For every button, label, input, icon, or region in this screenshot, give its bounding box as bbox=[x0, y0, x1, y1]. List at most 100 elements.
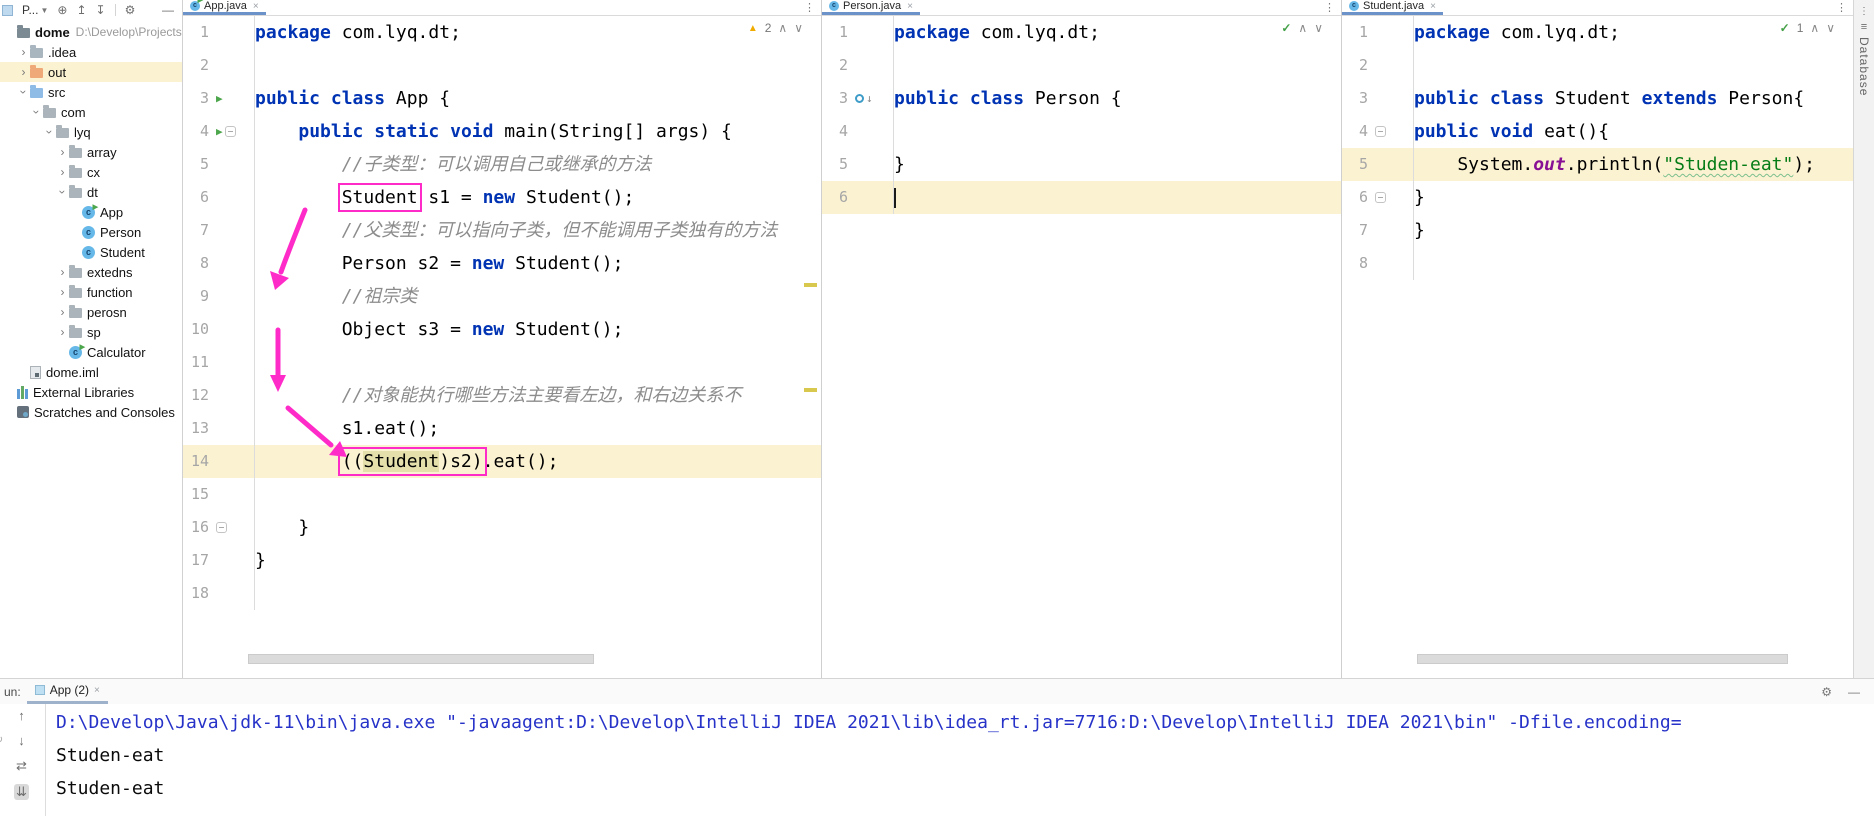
tree-row-dome[interactable]: dome D:\Develop\Projects bbox=[0, 22, 182, 42]
scroll-up-icon[interactable]: ↑ bbox=[18, 708, 25, 723]
horizontal-scrollbar[interactable] bbox=[1417, 654, 1788, 664]
code-line-9[interactable]: 9 //祖宗类 bbox=[183, 280, 821, 313]
collapse-all-icon[interactable]: ↧ bbox=[96, 3, 106, 17]
code-line-6[interactable]: 6} bbox=[1342, 181, 1853, 214]
tree-row-calculator[interactable]: cCalculator bbox=[0, 341, 182, 362]
chevron-open-icon[interactable]: › bbox=[17, 86, 31, 99]
prev-problem-icon[interactable]: ∧ bbox=[778, 21, 787, 35]
tree-row-scratches-and-consoles[interactable]: Scratches and Consoles bbox=[0, 402, 182, 422]
code-line-7[interactable]: 7 //父类型：可以指向子类，但不能调用子类独有的方法 bbox=[183, 214, 821, 247]
chevron-closed-icon[interactable]: › bbox=[56, 165, 69, 179]
code-line-5[interactable]: 5 System.out.println("Studen-eat"); bbox=[1342, 148, 1853, 181]
code-line-18[interactable]: 18 bbox=[183, 577, 821, 610]
fold-marker-icon[interactable] bbox=[224, 126, 236, 137]
code-line-2[interactable]: 2 bbox=[822, 49, 1341, 82]
run-gutter-icon[interactable]: ▶ bbox=[216, 93, 223, 104]
editor-content-app[interactable]: 1 package com.lyq.dt; 2 3 ▶ public class App … bbox=[183, 16, 821, 610]
code-line-13[interactable]: 13 s1.eat(); bbox=[183, 412, 821, 445]
overridden-gutter-icon[interactable] bbox=[855, 94, 864, 103]
code-line-14[interactable]: 14 ((Student)s2).eat(); bbox=[183, 445, 821, 478]
tree-row-student[interactable]: c Student bbox=[0, 242, 182, 262]
project-view-selector[interactable]: P... ▼ bbox=[22, 3, 48, 17]
next-problem-icon[interactable]: ∨ bbox=[794, 21, 803, 35]
chevron-closed-icon[interactable]: › bbox=[56, 145, 69, 159]
chevron-closed-icon[interactable]: › bbox=[56, 285, 69, 299]
tree-row-sp[interactable]: › sp bbox=[0, 322, 182, 342]
code-line-8[interactable]: 8 bbox=[1342, 247, 1853, 280]
tree-row-out[interactable]: › out bbox=[0, 62, 182, 82]
tree-row-function[interactable]: › function bbox=[0, 282, 182, 302]
code-line-6[interactable]: 6 bbox=[822, 181, 1341, 214]
locate-icon[interactable]: ⊕ bbox=[57, 3, 67, 17]
chevron-closed-icon[interactable]: › bbox=[56, 265, 69, 279]
code-line-10[interactable]: 10 Object s3 = new Student(); bbox=[183, 313, 821, 346]
close-icon[interactable]: × bbox=[253, 1, 259, 12]
next-problem-icon[interactable]: ∨ bbox=[1826, 21, 1835, 35]
code-line-3[interactable]: 3 ↓ public class Person { bbox=[822, 82, 1341, 115]
tree-row-app[interactable]: cApp bbox=[0, 201, 182, 222]
fold-marker-icon[interactable] bbox=[1375, 126, 1386, 137]
code-line-5[interactable]: 5} bbox=[822, 148, 1341, 181]
database-tool-button[interactable]: Database bbox=[1857, 37, 1871, 96]
fold-marker-icon[interactable] bbox=[216, 522, 227, 533]
tree-row-src[interactable]: › src bbox=[0, 82, 182, 102]
tab-person-java[interactable]: c Person.java × bbox=[822, 0, 920, 15]
inspections-widget[interactable]: ✓ 1 ∧ ∨ bbox=[1780, 21, 1835, 35]
chevron-closed-icon[interactable]: › bbox=[17, 65, 30, 79]
scroll-to-end-icon[interactable]: ⇊ bbox=[14, 784, 29, 800]
tree-row--idea[interactable]: › .idea bbox=[0, 42, 182, 62]
code-line-11[interactable]: 11 bbox=[183, 346, 821, 379]
tree-row-com[interactable]: › com bbox=[0, 102, 182, 122]
console-output[interactable]: D:\Develop\Java\jdk-11\bin\java.exe "-ja… bbox=[56, 704, 1874, 805]
tree-row-dt[interactable]: › dt bbox=[0, 182, 182, 202]
editor-content-person[interactable]: 1 package com.lyq.dt; 2 3 ↓ public class Pers… bbox=[822, 16, 1341, 214]
tree-row-extedns[interactable]: › extedns bbox=[0, 262, 182, 282]
next-problem-icon[interactable]: ∨ bbox=[1314, 21, 1323, 35]
gear-icon[interactable]: ⚙ bbox=[1821, 685, 1832, 699]
chevron-open-icon[interactable]: › bbox=[56, 186, 70, 199]
soft-wrap-icon[interactable]: ⇄ bbox=[16, 758, 27, 774]
kebab-menu-icon[interactable]: ⋮ bbox=[1318, 0, 1341, 15]
code-line-8[interactable]: 8 Person s2 = new Student(); bbox=[183, 247, 821, 280]
tree-row-dome-iml[interactable]: dome.iml bbox=[0, 362, 182, 382]
close-icon[interactable]: × bbox=[1430, 1, 1436, 12]
code-line-12[interactable]: 12 //对象能执行哪些方法主要看左边，和右边关系不 bbox=[183, 379, 821, 412]
tree-row-external-libraries[interactable]: External Libraries bbox=[0, 382, 182, 402]
code-line-5[interactable]: 5 //子类型：可以调用自己或继承的方法 bbox=[183, 148, 821, 181]
code-line-1[interactable]: 1 package com.lyq.dt; bbox=[1342, 16, 1853, 49]
tree-row-perosn[interactable]: › perosn bbox=[0, 302, 182, 322]
warning-stripe-tick[interactable] bbox=[804, 388, 817, 392]
expand-all-icon[interactable]: ↥ bbox=[76, 3, 86, 17]
tree-row-cx[interactable]: › cx bbox=[0, 162, 182, 182]
chevron-open-icon[interactable]: › bbox=[43, 126, 57, 139]
code-line-3[interactable]: 3 ▶ public class App { bbox=[183, 82, 821, 115]
console-tab-app2[interactable]: App (2) × bbox=[26, 679, 108, 704]
horizontal-scrollbar[interactable] bbox=[248, 654, 594, 664]
code-line-1[interactable]: 1 package com.lyq.dt; bbox=[183, 16, 821, 49]
tree-row-array[interactable]: › array bbox=[0, 142, 182, 162]
inspections-widget[interactable]: ✓ ∧ ∨ bbox=[1281, 21, 1323, 35]
code-line-7[interactable]: 7} bbox=[1342, 214, 1853, 247]
code-line-4[interactable]: 4 bbox=[822, 115, 1341, 148]
fold-marker-icon[interactable] bbox=[1375, 192, 1386, 203]
code-line-3[interactable]: 3 public class Student extends Person{ bbox=[1342, 82, 1853, 115]
code-line-4[interactable]: 4 public void eat(){ bbox=[1342, 115, 1853, 148]
kebab-menu-icon[interactable]: ⋮ bbox=[798, 0, 821, 15]
scroll-down-icon[interactable]: ↓ bbox=[18, 733, 25, 748]
chevron-closed-icon[interactable]: › bbox=[17, 45, 30, 59]
hide-panel-icon[interactable]: — bbox=[1848, 685, 1860, 699]
tree-row-lyq[interactable]: › lyq bbox=[0, 122, 182, 142]
code-line-16[interactable]: 16 } bbox=[183, 511, 821, 544]
tree-row-person[interactable]: c Person bbox=[0, 222, 182, 242]
run-gutter-icon[interactable]: ▶ bbox=[216, 126, 223, 137]
tab-app-java[interactable]: c App.java × bbox=[183, 0, 266, 15]
editor-content-student[interactable]: 1 package com.lyq.dt; 2 3 public class Stude… bbox=[1342, 16, 1853, 280]
gear-icon[interactable]: ⚙ bbox=[125, 3, 136, 17]
close-icon[interactable]: × bbox=[907, 1, 913, 12]
kebab-menu-icon[interactable]: ⋮ bbox=[1859, 6, 1869, 17]
code-line-15[interactable]: 15 bbox=[183, 478, 821, 511]
code-line-17[interactable]: 17} bbox=[183, 544, 821, 577]
inspections-widget[interactable]: ▲ 2 ∧ ∨ bbox=[748, 21, 803, 35]
code-line-4[interactable]: 4 ▶ public static void main(String[] args… bbox=[183, 115, 821, 148]
code-line-1[interactable]: 1 package com.lyq.dt; bbox=[822, 16, 1341, 49]
